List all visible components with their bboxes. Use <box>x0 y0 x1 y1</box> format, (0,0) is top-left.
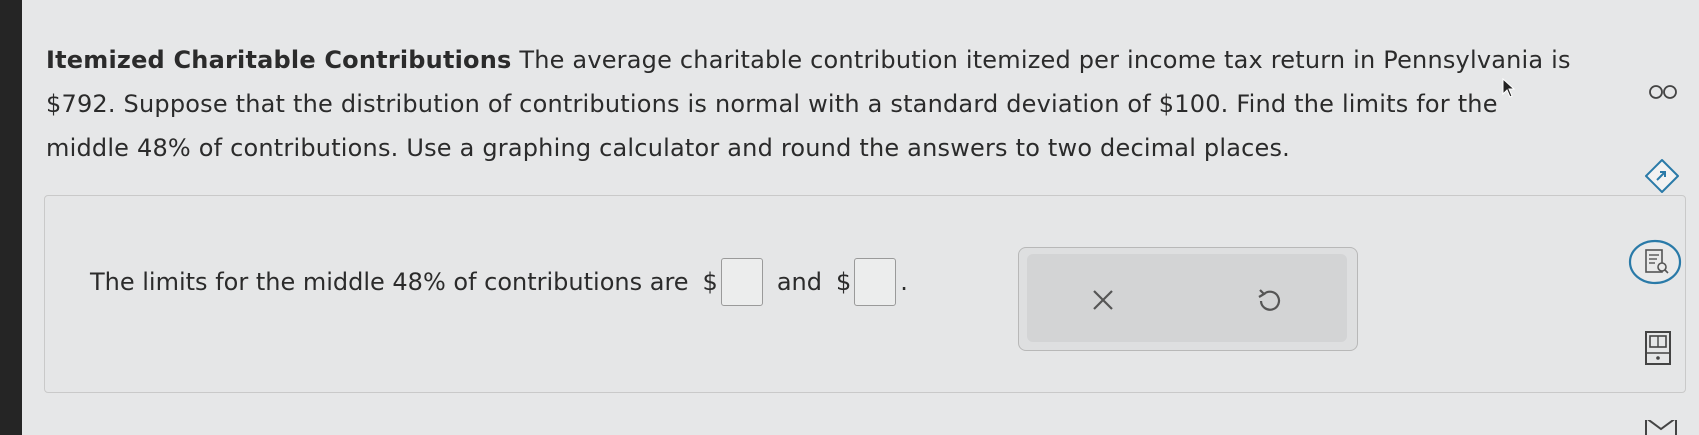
answer-tools-inner <box>1027 254 1347 342</box>
clear-answer-button[interactable] <box>1078 278 1128 322</box>
problem-statement: Itemized Charitable Contributions The av… <box>46 38 1646 170</box>
answer-prefix: The limits for the middle 48% of contrib… <box>90 268 689 296</box>
x-icon <box>1093 290 1113 310</box>
reset-answer-button[interactable] <box>1244 278 1294 322</box>
side-icon-arrow-diamond[interactable] <box>1642 156 1682 196</box>
side-icon-mail[interactable] <box>1644 420 1678 435</box>
arrow-diamond-icon <box>1645 159 1679 193</box>
problem-line-2: $792. Suppose that the distribution of c… <box>46 90 1498 118</box>
document-search-icon <box>1628 239 1682 285</box>
calculator-icon <box>1645 331 1671 365</box>
side-icon-calculator[interactable] <box>1642 328 1674 368</box>
side-icon-infinity[interactable] <box>1645 80 1681 104</box>
dollar-sign-1: $ <box>702 268 718 296</box>
answer-sentence: The limits for the middle 48% of contrib… <box>90 258 908 306</box>
problem-line-1-text: The average charitable contribution item… <box>511 46 1571 74</box>
mouse-cursor-icon <box>1502 78 1516 98</box>
dollar-sign-2: $ <box>835 268 852 296</box>
infinity-icon <box>1649 85 1677 99</box>
lower-limit-input[interactable] <box>720 258 763 306</box>
side-icon-document-search[interactable] <box>1627 238 1683 286</box>
answer-period: . <box>900 268 908 296</box>
window-left-edge <box>0 0 22 435</box>
upper-limit-input[interactable] <box>854 258 897 306</box>
answer-tools-panel <box>1018 247 1358 351</box>
problem-title: Itemized Charitable Contributions <box>46 46 512 74</box>
problem-line-1: Itemized Charitable Contributions The av… <box>46 38 1646 82</box>
undo-icon <box>1258 289 1281 311</box>
problem-line-3: middle 48% of contributions. Use a graph… <box>46 134 1291 162</box>
mail-icon <box>1645 420 1677 435</box>
answer-connector: and <box>776 268 822 296</box>
